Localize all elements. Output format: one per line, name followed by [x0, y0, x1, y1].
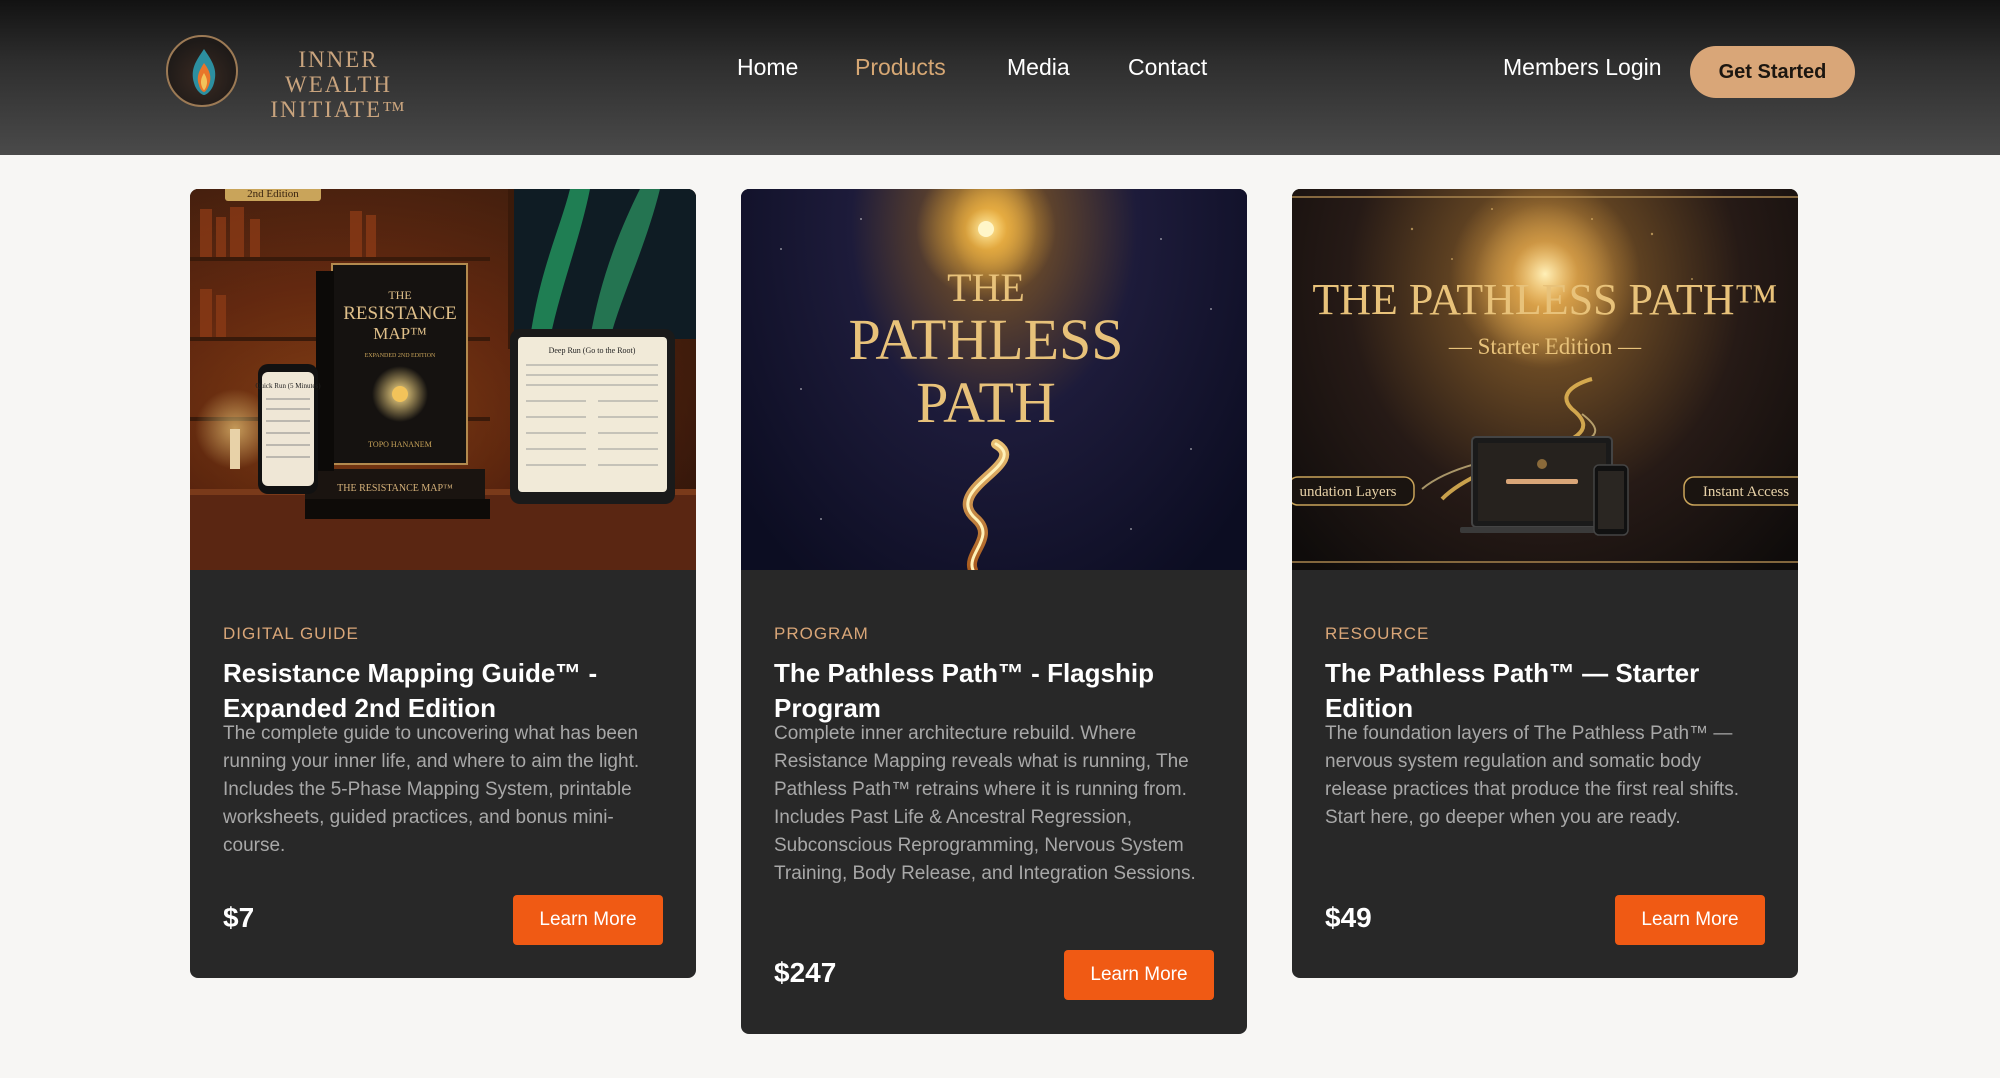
image-phone-title: Quick Run (5 Minutes)	[255, 382, 321, 390]
image-book-title-1: THE	[388, 288, 411, 302]
image-tablet-title: Deep Run (Go to the Root)	[549, 346, 636, 355]
product-card-resistance-mapping: 2nd Edition THE RESISTANCE MAP™ THE RESI…	[190, 189, 696, 978]
product-category: PROGRAM	[774, 624, 869, 643]
brand-name: INNER WEALTH INITIATE™	[246, 47, 431, 122]
brand-name-line1: INNER WEALTH	[285, 47, 392, 97]
product-image-pathless-path[interactable]: THE PATHLESS PATH	[741, 189, 1247, 570]
brand-name-line2: INITIATE™	[270, 97, 407, 122]
image-subtitle: — Starter Edition —	[1448, 334, 1642, 359]
image-book-title-2: RESISTANCE	[343, 303, 457, 324]
product-title[interactable]: Resistance Mapping Guide™ - Expanded 2nd…	[223, 656, 663, 726]
image-badge: 2nd Edition	[247, 189, 299, 200]
product-card-pathless-path-starter: THE PATHLESS PATH™ — Starter Edition — u…	[1292, 189, 1798, 978]
learn-more-button[interactable]: Learn More	[513, 895, 663, 945]
product-image-pathless-path-starter[interactable]: THE PATHLESS PATH™ — Starter Edition — u…	[1292, 189, 1798, 570]
learn-more-button[interactable]: Learn More	[1064, 950, 1214, 1000]
product-description: The complete guide to uncovering what ha…	[223, 723, 640, 856]
flame-logo-icon	[166, 35, 238, 107]
image-spine-text: THE RESISTANCE MAP™	[337, 483, 453, 494]
nav-products[interactable]: Products	[855, 54, 946, 81]
product-description: The foundation layers of The Pathless Pa…	[1325, 723, 1739, 828]
product-price: $247	[774, 957, 837, 988]
image-badge-right: Instant Access	[1703, 484, 1789, 500]
image-title-line2: PATHLESS	[848, 307, 1123, 372]
nav-media[interactable]: Media	[1007, 54, 1070, 81]
image-book-author: TOPO HANANEM	[368, 440, 432, 449]
product-card-pathless-path-flagship: THE PATHLESS PATH PROGRAM The Pathless P…	[741, 189, 1247, 1034]
image-title: THE PATHLESS PATH™	[1312, 275, 1777, 324]
nav-home[interactable]: Home	[737, 54, 798, 81]
image-book-title-3: MAP™	[373, 324, 427, 343]
product-price: $49	[1325, 902, 1372, 933]
site-header: INNER WEALTH INITIATE™ Home Products Med…	[0, 0, 2000, 155]
learn-more-button[interactable]: Learn More	[1615, 895, 1765, 945]
brand-logo[interactable]: INNER WEALTH INITIATE™	[166, 35, 436, 122]
image-badge-left: undation Layers	[1299, 484, 1396, 500]
product-image-resistance-map[interactable]: 2nd Edition THE RESISTANCE MAP™ THE RESI…	[190, 189, 696, 570]
members-login-link[interactable]: Members Login	[1503, 54, 1662, 81]
product-title[interactable]: The Pathless Path™ - Flagship Program	[774, 656, 1214, 726]
product-title[interactable]: The Pathless Path™ — Starter Edition	[1325, 656, 1765, 726]
product-description: Complete inner architecture rebuild. Whe…	[774, 723, 1196, 884]
image-title-line3: PATH	[916, 370, 1056, 435]
product-category: RESOURCE	[1325, 624, 1430, 643]
product-price: $7	[223, 902, 255, 933]
product-category: DIGITAL GUIDE	[223, 624, 359, 643]
get-started-button[interactable]: Get Started	[1690, 46, 1855, 98]
image-title-line1: THE	[947, 265, 1025, 310]
nav-contact[interactable]: Contact	[1128, 54, 1207, 81]
image-book-edition: EXPANDED 2ND EDITION	[365, 353, 436, 359]
